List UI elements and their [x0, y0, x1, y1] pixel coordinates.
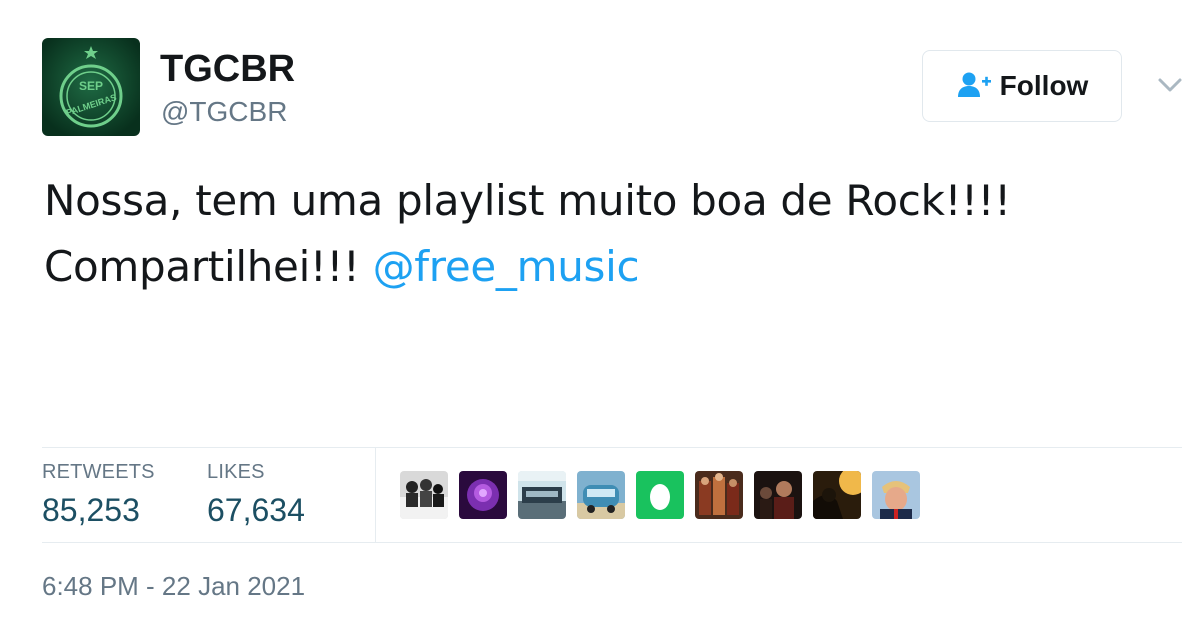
chevron-down-icon[interactable] — [1156, 74, 1184, 96]
likes-stat[interactable]: LIKES 67,634 — [207, 460, 305, 532]
tweet-text: Nossa, tem uma playlist muito boa de Roc… — [44, 168, 1164, 300]
add-user-icon — [956, 70, 992, 103]
user-handle[interactable]: @TGCBR — [161, 95, 287, 129]
mention-link[interactable]: @free_music — [373, 242, 640, 291]
tweet-timestamp[interactable]: 6:48 PM - 22 Jan 2021 — [42, 570, 305, 602]
liker-avatar-6[interactable] — [695, 471, 743, 519]
liker-avatar-2[interactable] — [459, 471, 507, 519]
stats-bottom-divider — [42, 542, 1182, 543]
retweets-label: RETWEETS — [42, 461, 155, 483]
retweets-count: 85,253 — [42, 492, 140, 528]
likes-label: LIKES — [207, 461, 265, 483]
tweet-line-1: Nossa, tem uma playlist muito boa de Roc… — [44, 176, 1011, 225]
likes-count: 67,634 — [207, 492, 305, 528]
liker-avatars — [400, 471, 920, 519]
stats-top-divider — [42, 447, 1182, 448]
user-avatar[interactable]: SEP PALMEIRAS — [42, 38, 140, 136]
stats-vertical-divider — [375, 448, 376, 542]
tweet-line-2: Compartilhei!!! @free_music — [44, 234, 1164, 300]
liker-avatar-7[interactable] — [754, 471, 802, 519]
follow-button[interactable]: Follow — [922, 50, 1122, 122]
liker-avatar-9[interactable] — [872, 471, 920, 519]
liker-avatar-5[interactable] — [636, 471, 684, 519]
retweets-stat[interactable]: RETWEETS 85,253 — [42, 460, 155, 532]
tweet-line-2-text: Compartilhei!!! — [44, 242, 373, 291]
liker-avatar-1[interactable] — [400, 471, 448, 519]
display-name[interactable]: TGCBR — [160, 46, 295, 92]
liker-avatar-3[interactable] — [518, 471, 566, 519]
follow-label: Follow — [999, 70, 1089, 101]
svg-text:SEP: SEP — [79, 79, 103, 93]
liker-avatar-4[interactable] — [577, 471, 625, 519]
liker-avatar-8[interactable] — [813, 471, 861, 519]
palmeiras-logo: SEP PALMEIRAS — [42, 38, 140, 136]
